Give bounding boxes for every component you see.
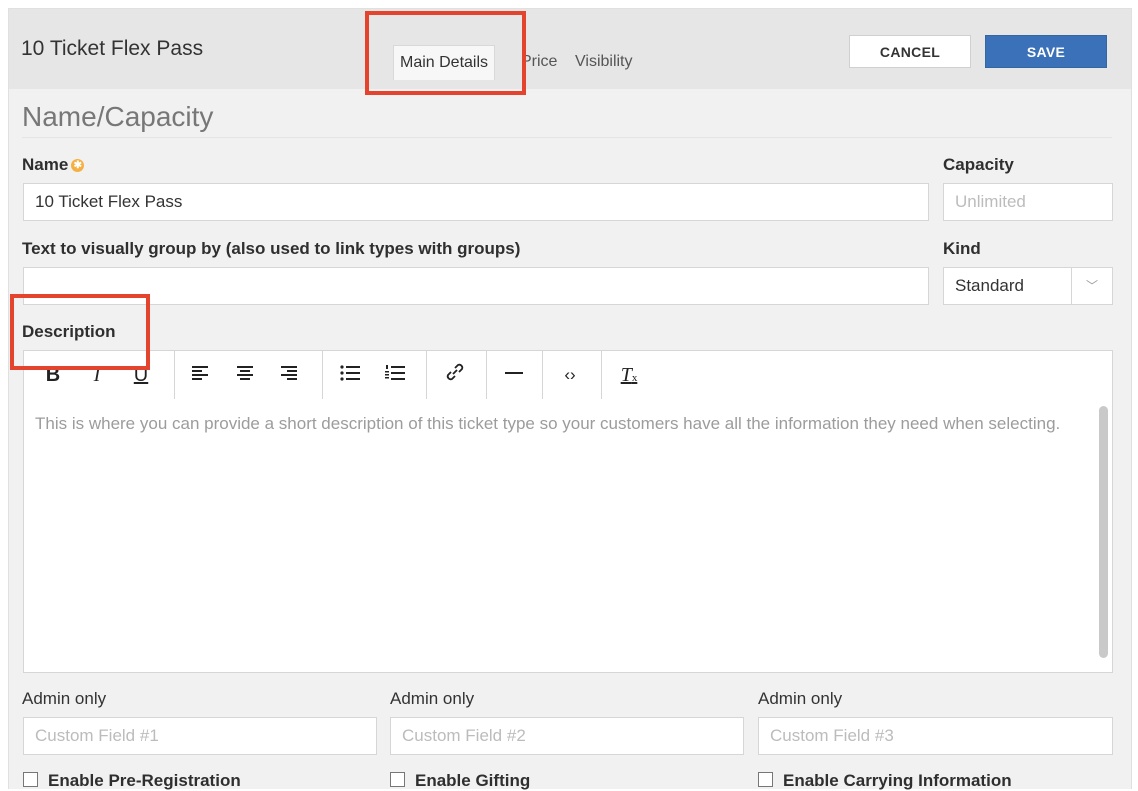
editor-placeholder: This is where you can provide a short de…: [35, 414, 1061, 433]
name-label-text: Name: [22, 155, 69, 174]
clear-format-icon[interactable]: Tx: [616, 361, 642, 389]
custom-field-3-input[interactable]: Custom Field #3: [758, 717, 1113, 755]
required-icon: ✱: [71, 159, 85, 172]
cancel-button[interactable]: CANCEL: [849, 35, 971, 68]
align-left-icon[interactable]: [187, 361, 213, 389]
editor-header: 10 Ticket Flex Pass Main Details Price V…: [9, 9, 1131, 89]
section-divider: [22, 137, 1112, 138]
bullet-list-icon[interactable]: [337, 361, 363, 389]
page-title: 10 Ticket Flex Pass: [21, 37, 204, 60]
tab-price[interactable]: Price: [521, 53, 557, 71]
description-editor[interactable]: This is where you can provide a short de…: [23, 399, 1113, 673]
gifting-option[interactable]: Enable Gifting: [390, 771, 530, 791]
highlight-box-tabs: [365, 11, 526, 95]
align-right-icon[interactable]: [276, 361, 302, 389]
ticket-type-editor: 10 Ticket Flex Pass Main Details Price V…: [8, 8, 1132, 791]
capacity-label: Capacity: [943, 155, 1014, 174]
toolbar-divider: [542, 351, 543, 399]
custom-field-3-label: Admin only: [758, 689, 843, 708]
numbered-list-icon[interactable]: [382, 361, 408, 389]
toolbar-divider: [322, 351, 323, 399]
editor-toolbar: B I U ‹› Tx: [23, 350, 1113, 400]
custom-field-2-label: Admin only: [390, 689, 475, 708]
highlight-box-description: [10, 294, 150, 370]
chevron-down-icon[interactable]: ﹀: [1071, 268, 1112, 304]
toolbar-divider: [174, 351, 175, 399]
toolbar-divider: [426, 351, 427, 399]
toolbar-divider: [601, 351, 602, 399]
gifting-label: Enable Gifting: [415, 771, 531, 790]
group-input[interactable]: [23, 267, 929, 305]
kind-label: Kind: [943, 239, 981, 258]
section-title: Name/Capacity: [22, 101, 214, 132]
link-icon[interactable]: [442, 361, 468, 389]
horizontal-rule-icon[interactable]: [501, 361, 527, 389]
code-icon[interactable]: ‹›: [557, 361, 583, 389]
editor-scrollbar[interactable]: [1099, 406, 1108, 658]
name-input[interactable]: 10 Ticket Flex Pass: [23, 183, 929, 221]
toolbar-divider: [486, 351, 487, 399]
pre-registration-label: Enable Pre-Registration: [48, 771, 241, 790]
name-label: Name ✱: [22, 155, 85, 175]
custom-field-1-label: Admin only: [22, 689, 107, 708]
group-label: Text to visually group by (also used to …: [22, 239, 521, 258]
custom-field-1-input[interactable]: Custom Field #1: [23, 717, 377, 755]
kind-select[interactable]: Standard ﹀: [943, 267, 1113, 305]
capacity-input[interactable]: Unlimited: [943, 183, 1113, 221]
custom-field-2-input[interactable]: Custom Field #2: [390, 717, 744, 755]
align-center-icon[interactable]: [232, 361, 258, 389]
kind-selected-value: Standard: [955, 276, 1024, 295]
carrying-info-label: Enable Carrying Information: [783, 771, 1012, 790]
pre-registration-option[interactable]: Enable Pre-Registration: [23, 771, 241, 791]
tab-visibility[interactable]: Visibility: [575, 53, 633, 71]
carrying-info-option[interactable]: Enable Carrying Information: [758, 771, 1012, 791]
save-button[interactable]: SAVE: [985, 35, 1107, 68]
